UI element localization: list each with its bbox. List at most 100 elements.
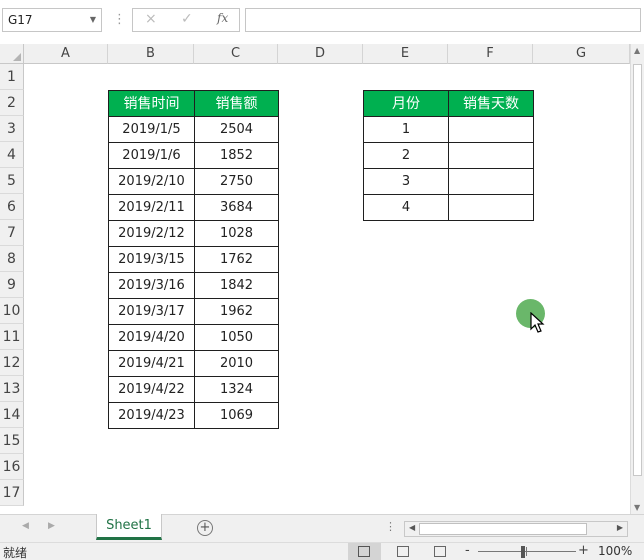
enter-icon[interactable]: ✓: [181, 11, 193, 27]
horizontal-scrollbar[interactable]: ◀ ▶: [404, 521, 628, 537]
sales-table-cell[interactable]: 2019/4/21: [108, 350, 195, 377]
row-header-14[interactable]: 14: [0, 402, 24, 428]
sales-table-cell[interactable]: 2019/2/10: [108, 168, 195, 195]
mouse-cursor-icon: [530, 312, 545, 333]
row-header-7[interactable]: 7: [0, 220, 24, 246]
more-options-icon[interactable]: ⋮: [385, 520, 396, 533]
sales-table-cell[interactable]: 2750: [194, 168, 279, 195]
row-header-2[interactable]: 2: [0, 90, 24, 116]
sales-table-cell[interactable]: 2019/4/20: [108, 324, 195, 351]
month-table-header-cell[interactable]: 销售天数: [448, 90, 534, 117]
sales-table-cell[interactable]: 2019/3/15: [108, 246, 195, 273]
zoom-level[interactable]: 100%: [598, 544, 632, 558]
sales-table-cell[interactable]: 2019/1/5: [108, 116, 195, 143]
fx-icon[interactable]: fx: [217, 11, 228, 25]
zoom-in-button[interactable]: +: [578, 543, 589, 558]
column-header-g[interactable]: G: [533, 44, 630, 64]
tab-prev-icon[interactable]: ◀: [22, 521, 29, 531]
status-bar: 就绪 - + 100%: [0, 542, 644, 560]
row-header-16[interactable]: 16: [0, 454, 24, 480]
status-text: 就绪: [3, 546, 28, 560]
tab-next-icon[interactable]: ▶: [48, 521, 55, 531]
cancel-icon[interactable]: ×: [145, 11, 157, 27]
column-header-e[interactable]: E: [363, 44, 448, 64]
column-header-d[interactable]: D: [278, 44, 363, 64]
worksheet-grid[interactable]: A B C D E F G 1 2 3 4 5 6 7 8 9 10 11 12 13 14 15 16 17 销售时间 销售额 2…: [0, 44, 630, 514]
row-header-6[interactable]: 6: [0, 194, 24, 220]
sales-table-cell[interactable]: 2019/1/6: [108, 142, 195, 169]
sales-table-cell[interactable]: 2019/2/12: [108, 220, 195, 247]
zoom-slider-midmark: [526, 547, 527, 556]
sales-table-cell[interactable]: 2019/4/22: [108, 376, 195, 403]
sales-table-header-cell[interactable]: 销售额: [194, 90, 279, 117]
month-table-header-cell[interactable]: 月份: [363, 90, 449, 117]
page-break-icon[interactable]: [434, 546, 446, 557]
zoom-slider-thumb[interactable]: [521, 546, 525, 558]
horizontal-scroll-thumb[interactable]: [419, 523, 587, 535]
row-header-17[interactable]: 17: [0, 480, 24, 506]
row-header-15[interactable]: 15: [0, 428, 24, 454]
sales-table-cell[interactable]: 1050: [194, 324, 279, 351]
column-header-f[interactable]: F: [448, 44, 533, 64]
formula-buttons: × ✓ fx: [132, 8, 240, 32]
vertical-scroll-thumb[interactable]: [633, 64, 642, 476]
sales-table-cell[interactable]: 1962: [194, 298, 279, 325]
column-header-a[interactable]: A: [24, 44, 108, 64]
row-header-4[interactable]: 4: [0, 142, 24, 168]
zoom-out-button[interactable]: -: [465, 543, 470, 558]
sales-table-cell[interactable]: 1852: [194, 142, 279, 169]
row-header-12[interactable]: 12: [0, 350, 24, 376]
row-header-3[interactable]: 3: [0, 116, 24, 142]
sales-table-cell[interactable]: 3684: [194, 194, 279, 221]
month-table-cell[interactable]: 1: [363, 116, 449, 143]
month-table-cell[interactable]: 3: [363, 168, 449, 195]
month-table-cell[interactable]: [448, 194, 534, 221]
sales-table-cell[interactable]: 2010: [194, 350, 279, 377]
name-box-value: G17: [8, 13, 33, 27]
scroll-right-icon[interactable]: ▶: [617, 523, 623, 532]
month-table-cell[interactable]: [448, 168, 534, 195]
column-header-c[interactable]: C: [194, 44, 278, 64]
sales-table-header-cell[interactable]: 销售时间: [108, 90, 195, 117]
select-all-corner[interactable]: [0, 44, 24, 64]
scroll-left-icon[interactable]: ◀: [409, 523, 415, 532]
row-header-1[interactable]: 1: [0, 64, 24, 90]
sales-table-cell[interactable]: 1842: [194, 272, 279, 299]
formula-bar-divider-icon: ⋮: [113, 12, 126, 27]
formula-input[interactable]: [245, 8, 641, 32]
row-header-11[interactable]: 11: [0, 324, 24, 350]
row-header-5[interactable]: 5: [0, 168, 24, 194]
row-header-8[interactable]: 8: [0, 246, 24, 272]
sales-table-cell[interactable]: 1324: [194, 376, 279, 403]
name-box[interactable]: G17 ▼: [2, 8, 102, 32]
sales-table-cell[interactable]: 2019/3/16: [108, 272, 195, 299]
sales-table-cell[interactable]: 1028: [194, 220, 279, 247]
month-table-cell[interactable]: [448, 142, 534, 169]
vertical-scrollbar[interactable]: ▲ ▼: [630, 44, 644, 514]
page-layout-icon[interactable]: [397, 546, 409, 557]
formula-bar: G17 ▼ ⋮ × ✓ fx: [0, 0, 644, 42]
dropdown-arrow-icon[interactable]: ▼: [90, 9, 96, 31]
sales-table-cell[interactable]: 2019/3/17: [108, 298, 195, 325]
scroll-up-icon[interactable]: ▲: [634, 46, 640, 55]
sales-table-cell[interactable]: 2019/2/11: [108, 194, 195, 221]
sheet-tab-sheet1[interactable]: Sheet1: [96, 514, 162, 540]
sales-table-cell[interactable]: 1069: [194, 402, 279, 429]
zoom-slider[interactable]: [478, 551, 576, 552]
row-header-9[interactable]: 9: [0, 272, 24, 298]
add-sheet-icon[interactable]: +: [197, 520, 213, 536]
normal-view-button[interactable]: [348, 543, 381, 560]
month-table-cell[interactable]: 2: [363, 142, 449, 169]
sales-table-cell[interactable]: 2504: [194, 116, 279, 143]
column-header-b[interactable]: B: [108, 44, 194, 64]
scroll-down-icon[interactable]: ▼: [634, 503, 640, 512]
month-table-cell[interactable]: [448, 116, 534, 143]
sheet-tab-bar: ◀ ▶ Sheet1 + ⋮ ◀ ▶: [0, 514, 644, 542]
row-header-10[interactable]: 10: [0, 298, 24, 324]
normal-view-icon: [358, 546, 370, 557]
sales-table-cell[interactable]: 1762: [194, 246, 279, 273]
month-table-cell[interactable]: 4: [363, 194, 449, 221]
sales-table-cell[interactable]: 2019/4/23: [108, 402, 195, 429]
excel-window: G17 ▼ ⋮ × ✓ fx A B C D E F G 1 2 3 4 5 6 7 8 9 10 11 12 13 1…: [0, 0, 644, 560]
row-header-13[interactable]: 13: [0, 376, 24, 402]
